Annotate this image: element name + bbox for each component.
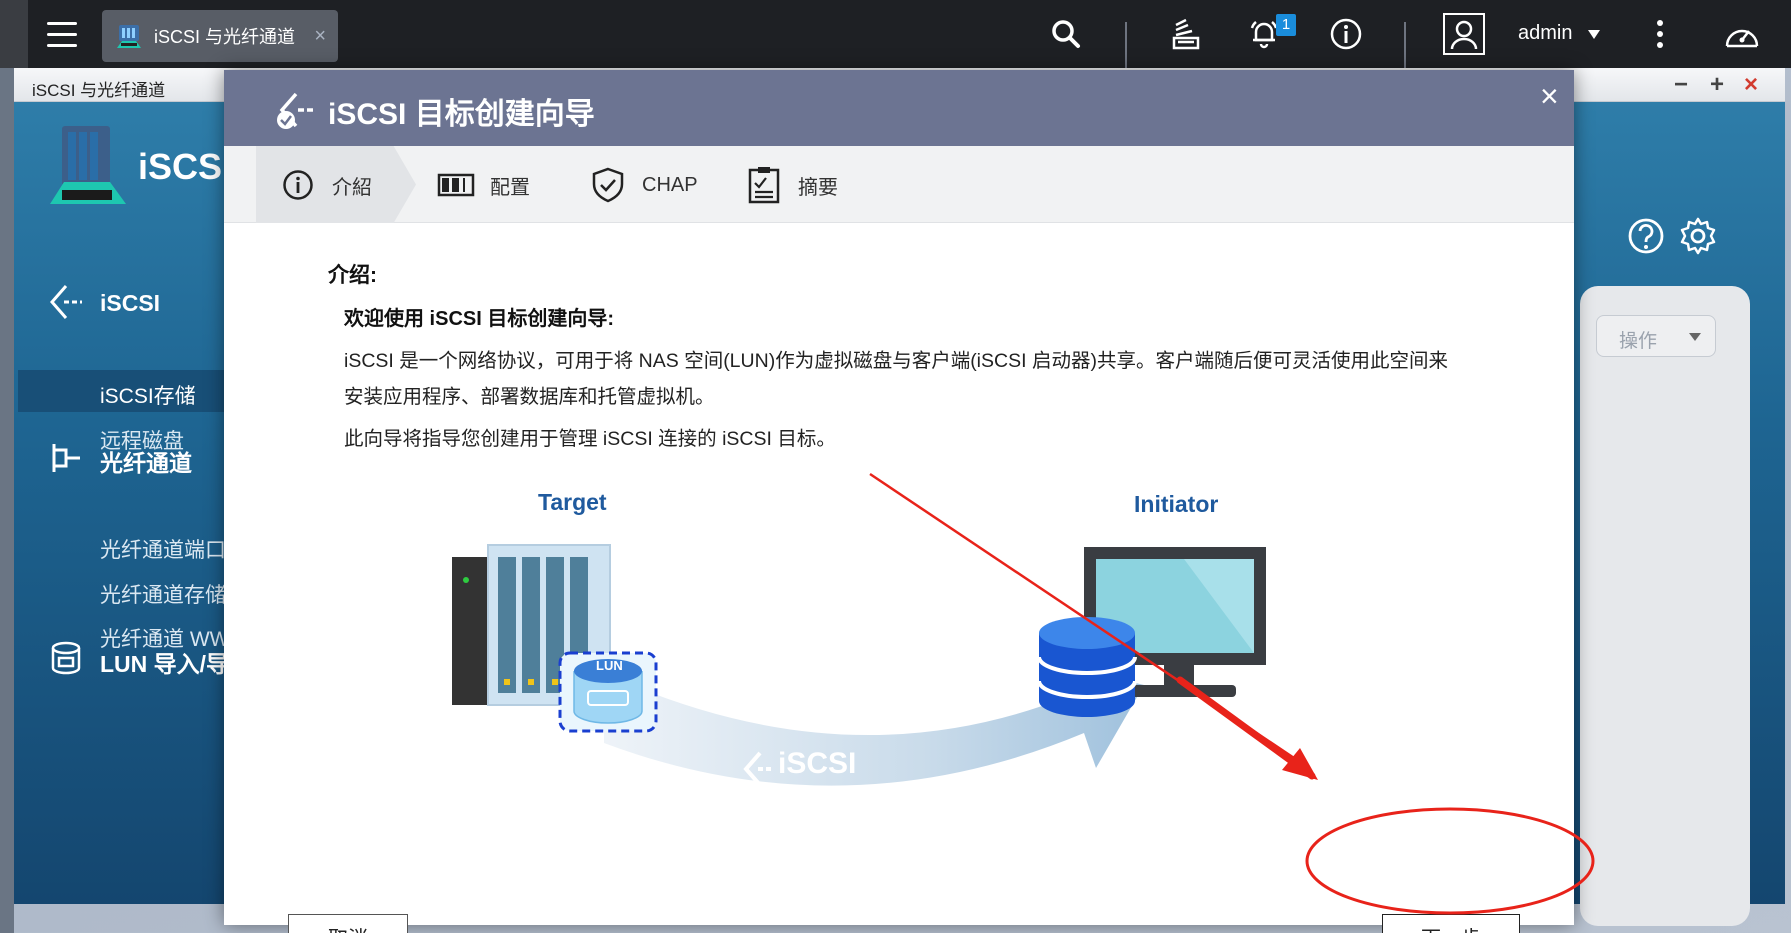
storage-app-icon bbox=[114, 21, 144, 51]
wizard-target-icon bbox=[277, 92, 316, 129]
app-window-title: iSCSI 与光纤通道 bbox=[32, 81, 166, 100]
divider bbox=[1125, 22, 1127, 68]
database-icon bbox=[1037, 617, 1137, 717]
lun-import-export-icon bbox=[51, 641, 81, 675]
close-icon[interactable]: × bbox=[1744, 72, 1758, 98]
resource-monitor-gauge-icon[interactable] bbox=[1722, 14, 1762, 54]
wizard-steps: 介紹 配置 CHAP 摘要 bbox=[224, 146, 1574, 223]
app-tab-iscsi[interactable]: iSCSI 与光纤通道 × bbox=[102, 10, 338, 62]
lun-label: LUN bbox=[596, 658, 623, 673]
info-icon[interactable] bbox=[1326, 14, 1366, 54]
target-label: Target bbox=[538, 489, 607, 515]
top-bar-edge bbox=[0, 0, 28, 68]
sidebar-item-fc-ports[interactable]: 光纤通道端口 bbox=[100, 534, 226, 564]
search-icon[interactable] bbox=[1046, 14, 1086, 54]
iscsi-logo-icon bbox=[50, 126, 126, 204]
task-stack-icon[interactable] bbox=[1166, 14, 1206, 54]
intro-subheading: 欢迎使用 iSCSI 目标创建向导: bbox=[344, 308, 615, 330]
sidebar-item-fc-storage[interactable]: 光纤通道存储 bbox=[100, 579, 226, 609]
info-icon bbox=[278, 165, 318, 205]
sidebar-section-fibre-channel[interactable]: 光纤通道 bbox=[100, 444, 192, 478]
app-tab-label: iSCSI 与光纤通道 bbox=[154, 27, 296, 47]
iscsi-target-wizard-dialog: iSCSI 目标创建向导 × 介紹 配置 CHAP 摘要 介绍: 欢迎使用 iS… bbox=[224, 70, 1574, 933]
username-dropdown[interactable]: admin bbox=[1518, 22, 1572, 45]
next-button[interactable]: 下一步 bbox=[1382, 914, 1520, 933]
fibre-channel-icon bbox=[52, 444, 80, 472]
actions-dropdown[interactable]: 操作 bbox=[1596, 315, 1716, 357]
main-menu-button[interactable] bbox=[42, 14, 82, 54]
hamburger-line bbox=[47, 32, 77, 36]
step-config[interactable]: 配置 bbox=[436, 164, 530, 206]
user-avatar-icon[interactable] bbox=[1442, 12, 1486, 56]
notification-badge: 1 bbox=[1276, 14, 1296, 36]
content-panel bbox=[1580, 286, 1750, 926]
step-label: 配置 bbox=[490, 176, 530, 199]
intro-paragraph: 此向导将指导您创建用于管理 iSCSI 连接的 iSCSI 目标。 bbox=[344, 428, 836, 450]
gear-icon[interactable] bbox=[1678, 216, 1718, 256]
help-icon[interactable] bbox=[1626, 216, 1666, 256]
intro-paragraph: iSCSI 是一个网络协议，可用于将 NAS 空间(LUN)作为虚拟磁盘与客户端… bbox=[344, 350, 1448, 408]
iscsi-protocol-label: iSCSI bbox=[778, 747, 857, 780]
cancel-button[interactable]: 取消 bbox=[288, 914, 408, 933]
close-icon[interactable]: × bbox=[314, 26, 326, 46]
minimize-icon[interactable]: − bbox=[1674, 72, 1688, 98]
step-intro[interactable]: 介紹 bbox=[278, 164, 372, 206]
iscsi-diagram: Target Initiator LUN iSCSI bbox=[424, 453, 1324, 833]
step-label: 摘要 bbox=[798, 176, 838, 199]
shield-check-icon bbox=[588, 165, 628, 205]
maximize-icon[interactable]: + bbox=[1710, 72, 1724, 98]
dialog-title: iSCSI 目标创建向导 bbox=[328, 98, 595, 131]
chevron-down-icon bbox=[1689, 333, 1701, 341]
dialog-header: iSCSI 目标创建向导 × bbox=[224, 70, 1574, 146]
checklist-icon bbox=[744, 165, 784, 205]
step-label: CHAP bbox=[642, 173, 698, 196]
initiator-label: Initiator bbox=[1134, 491, 1219, 517]
chevron-down-icon[interactable] bbox=[1588, 30, 1600, 39]
sidebar-item-iscsi-storage[interactable]: iSCSI存储 bbox=[100, 380, 196, 410]
sidebar-section-iscsi[interactable]: iSCSI bbox=[100, 290, 160, 317]
divider bbox=[1404, 22, 1406, 68]
app-name: iSCSI bbox=[138, 146, 233, 187]
hamburger-icon bbox=[47, 21, 77, 25]
intro-heading: 介绍: bbox=[328, 264, 377, 287]
desktop-edge bbox=[0, 68, 14, 933]
more-options-icon[interactable] bbox=[1640, 14, 1680, 54]
step-chap[interactable]: CHAP bbox=[588, 164, 698, 206]
step-summary[interactable]: 摘要 bbox=[744, 164, 838, 206]
config-icon bbox=[436, 165, 476, 205]
actions-label: 操作 bbox=[1619, 331, 1658, 352]
hamburger-line bbox=[47, 43, 77, 47]
wizard-content: 介绍: 欢迎使用 iSCSI 目标创建向导: iSCSI 是一个网络协议，可用于… bbox=[224, 223, 1574, 933]
step-label: 介紹 bbox=[332, 176, 372, 199]
close-icon[interactable]: × bbox=[1540, 80, 1559, 112]
iscsi-diamond-icon bbox=[50, 285, 82, 319]
top-bar: iSCSI 与光纤通道 × 1 admin bbox=[0, 0, 1791, 68]
